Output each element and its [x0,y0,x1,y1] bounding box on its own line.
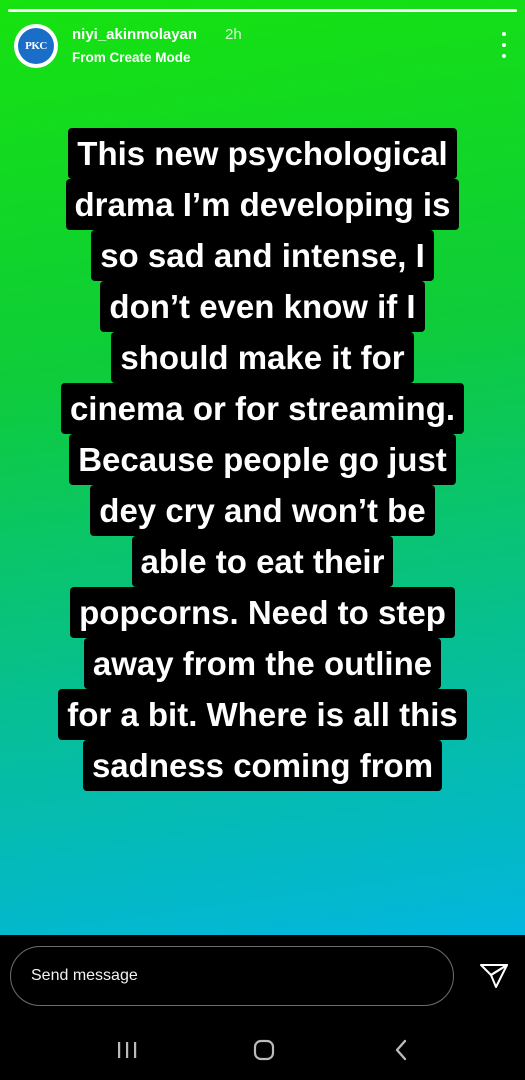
story-view[interactable]: PKC niyi_akinmolayan 2h From Create Mode… [0,0,525,935]
username[interactable]: niyi_akinmolayan [72,26,197,43]
story-text-line: away from the outline [83,638,442,689]
story-text-line: popcorns. Need to step [70,587,455,638]
paper-plane-icon[interactable] [479,963,509,989]
send-message-placeholder: Send message [31,967,138,984]
story-text-line: dey cry and won’t be [90,485,435,536]
more-options-icon[interactable] [497,32,511,58]
home-icon[interactable] [249,1036,279,1064]
story-subtitle[interactable]: From Create Mode [72,50,191,65]
story-header: PKC niyi_akinmolayan 2h From Create Mode [14,24,511,70]
story-text-line: Because people go just [69,434,456,485]
message-bar: Send message [0,935,525,1020]
story-text-line: for a bit. Where is all this [58,689,467,740]
back-icon[interactable] [386,1036,416,1064]
send-message-input[interactable]: Send message [10,946,454,1006]
story-text-line: able to eat their [131,536,394,587]
story-text-line: sadness coming from [82,740,443,791]
story-text-line: This new psychological [68,128,457,179]
avatar-logo: PKC [18,28,54,64]
story-progress-fill [8,9,517,12]
story-text-line: cinema or for streaming. [60,383,465,434]
system-navigation-bar [0,1020,525,1080]
recents-icon[interactable] [112,1036,142,1064]
story-text-line: so sad and intense, I [91,230,434,281]
story-text-line: drama I’m developing is [65,179,460,230]
story-text-line: don’t even know if I [100,281,425,332]
story-progress-bar [8,9,517,12]
story-time-ago: 2h [225,26,242,43]
avatar[interactable]: PKC [14,24,58,68]
story-text-line: should make it for [111,332,414,383]
story-text: This new psychological drama I’m developi… [30,128,495,791]
